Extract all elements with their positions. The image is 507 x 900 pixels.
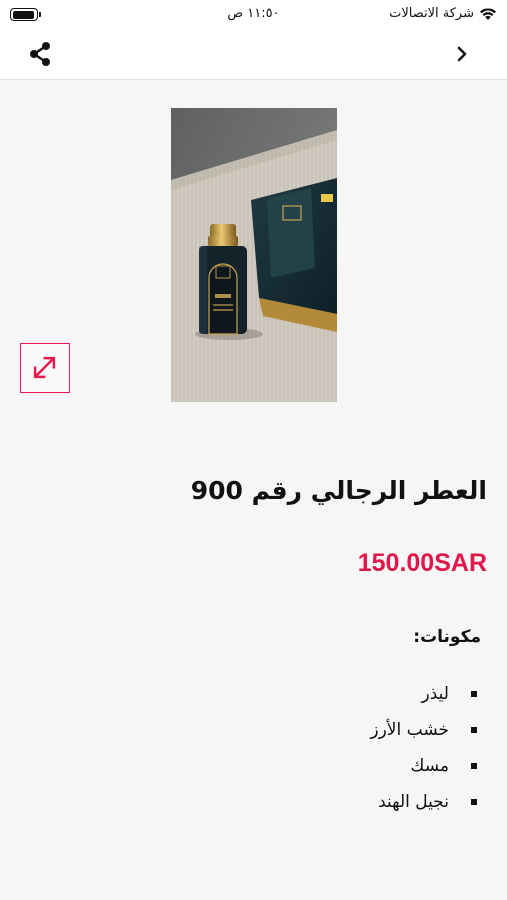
- list-item: نجيل الهند: [177, 784, 477, 820]
- bullet-icon: [471, 799, 477, 805]
- product-price: 150.00SAR: [357, 549, 487, 577]
- list-item: ليذر: [177, 676, 477, 712]
- product-title: العطر الرجالي رقم 900: [190, 476, 487, 505]
- expand-image-button[interactable]: [20, 343, 70, 393]
- ingredient-label: مسك: [410, 756, 449, 776]
- expand-icon: [33, 356, 56, 379]
- status-time: ١١:٥٠ ص: [227, 6, 280, 21]
- ingredient-label: خشب الأرز: [370, 720, 449, 740]
- bullet-icon: [471, 691, 477, 697]
- list-item: خشب الأرز: [177, 712, 477, 748]
- product-image[interactable]: [171, 108, 337, 402]
- battery-icon: [10, 8, 41, 21]
- ingredient-label: نجيل الهند: [378, 792, 449, 812]
- ingredients-list: ليذر خشب الأرز مسك نجيل الهند: [177, 676, 477, 820]
- share-icon[interactable]: [26, 40, 54, 68]
- battery-level: [12, 10, 35, 19]
- list-item: مسك: [177, 748, 477, 784]
- bullet-icon: [471, 763, 477, 769]
- ingredients-heading: مكونات:: [413, 627, 481, 647]
- bullet-icon: [471, 727, 477, 733]
- status-bar: شركة الاتصالات ١١:٥٠ ص: [0, 0, 507, 30]
- ingredient-label: ليذر: [421, 684, 449, 704]
- nav-bar: [0, 30, 507, 80]
- chevron-right-icon[interactable]: [451, 42, 473, 66]
